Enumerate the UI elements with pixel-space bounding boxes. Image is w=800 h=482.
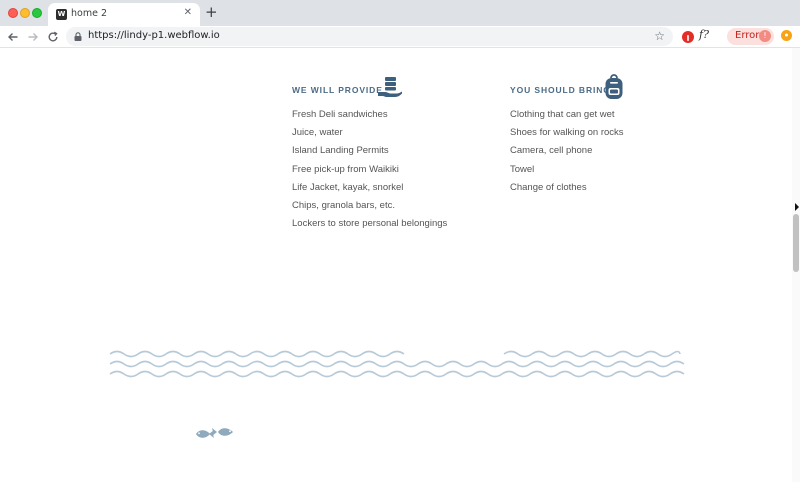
bookmark-star-icon[interactable]: ☆ <box>654 29 665 43</box>
tab-close-icon[interactable]: ✕ <box>184 7 192 18</box>
webflow-favicon-icon: W <box>56 9 67 20</box>
list-item: Clothing that can get wet <box>510 109 615 120</box>
whatfont-extension-icon[interactable]: f? <box>699 28 715 45</box>
new-tab-button[interactable]: + <box>205 5 218 20</box>
list-item: Free pick-up from Waikiki <box>292 163 399 175</box>
tab-title: home 2 <box>71 8 107 19</box>
arrow-left-icon <box>8 33 18 41</box>
minimize-window-button[interactable] <box>20 8 30 18</box>
list-item: Shoes for walking on rocks <box>510 127 624 139</box>
browser-tab[interactable]: W home 2 ✕ <box>48 3 200 26</box>
bring-column: YOU SHOULD BRING Clothing that can get w… <box>510 74 624 198</box>
close-window-button[interactable] <box>8 8 18 18</box>
list-item: Life Jacket, kayak, snorkel <box>292 181 404 193</box>
bring-header: YOU SHOULD BRING <box>510 74 624 104</box>
adblock-extension-icon[interactable] <box>682 31 694 43</box>
browser-toolbar: https://lindy-p1.webflow.io ☆ <box>0 26 800 48</box>
provide-list: Fresh Deli sandwiches Juice, water Islan… <box>292 107 447 234</box>
error-button[interactable]: Error ! <box>727 28 774 45</box>
error-count-badge: ! <box>759 30 771 42</box>
backpack-icon <box>605 74 623 99</box>
scrollbar-thumb[interactable] <box>793 214 799 272</box>
mouse-cursor-icon <box>795 203 799 211</box>
page-scrollbar[interactable] <box>792 48 800 482</box>
list-item: Lockers to store personal belongings <box>292 218 448 230</box>
reload-button[interactable] <box>45 29 61 45</box>
error-label: Error <box>735 30 760 41</box>
provide-header: WE WILL PROVIDE <box>292 74 447 104</box>
address-bar[interactable]: https://lindy-p1.webflow.io ☆ <box>66 27 673 46</box>
back-button[interactable] <box>5 29 21 45</box>
page-viewport: WE WILL PROVIDE Fresh Deli sandwiches Ju… <box>0 48 800 482</box>
list-item: Island Landing Permits <box>292 145 389 157</box>
hand-giving-icon <box>378 77 402 97</box>
forward-button[interactable] <box>25 29 41 45</box>
url-text[interactable]: https://lindy-p1.webflow.io <box>88 30 220 41</box>
list-item: Juice, water <box>292 127 343 139</box>
browser-tabstrip: W home 2 ✕ + <box>0 0 800 26</box>
arrow-right-icon <box>28 33 38 41</box>
list-item: Change of clothes <box>510 181 587 193</box>
list-item: Towel <box>510 163 535 175</box>
lock-icon <box>74 32 82 41</box>
list-item: Fresh Deli sandwiches <box>292 109 388 120</box>
list-item: Camera, cell phone <box>510 145 593 157</box>
bring-title: YOU SHOULD BRING <box>510 85 611 95</box>
wave-divider-icon <box>109 350 685 378</box>
profile-extension-icon[interactable]: ● <box>781 30 792 41</box>
fish-icon <box>196 428 233 438</box>
bring-list: Clothing that can get wet Shoes for walk… <box>510 107 624 198</box>
provide-title: WE WILL PROVIDE <box>292 85 383 95</box>
list-item: Chips, granola bars, etc. <box>292 199 395 211</box>
reload-icon <box>48 31 58 42</box>
maximize-window-button[interactable] <box>32 8 42 18</box>
provide-column: WE WILL PROVIDE Fresh Deli sandwiches Ju… <box>292 74 447 234</box>
